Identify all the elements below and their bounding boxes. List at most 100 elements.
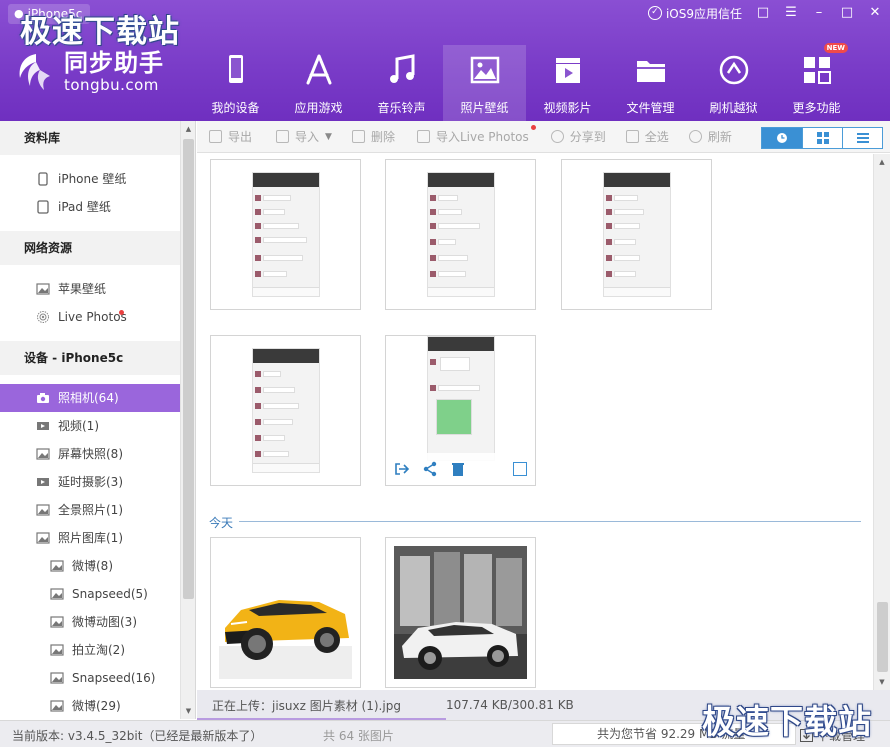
list-icon (856, 133, 869, 143)
import-button[interactable]: 导入 ▼ (276, 128, 332, 145)
phone-outline-icon (38, 172, 48, 186)
scroll-up-arrow-icon[interactable]: ▲ (181, 121, 195, 137)
content-scrollbar[interactable]: ▲ ▼ (873, 154, 890, 690)
export-button[interactable]: 导出 (209, 128, 252, 145)
camera-icon (37, 393, 49, 403)
trust-label: iOS9应用信任 (665, 6, 742, 21)
chat-screenshot (251, 348, 320, 473)
sidebar-item-label: 微博(29) (72, 699, 121, 713)
minimize-button[interactable]: – (812, 6, 826, 20)
tablet-outline-icon (37, 200, 49, 214)
sidebar-item-live-photos[interactable]: Live Photos (0, 303, 180, 331)
list-view-button[interactable] (842, 128, 882, 148)
menu-icon[interactable]: ☰ (784, 6, 798, 20)
nav-label: 刷机越狱 (709, 101, 758, 115)
sidebar-item-ipad-wallpaper[interactable]: iPad 壁纸 (0, 193, 180, 221)
sidebar-item-screenshots[interactable]: 屏幕快照(8) (0, 440, 180, 468)
upload-size-text: 107.74 KB/300.81 KB (445, 698, 574, 712)
image-icon (50, 616, 64, 628)
grid-more-icon (803, 57, 831, 84)
white-car-photo (394, 546, 527, 679)
sidebar-item-label: 苹果壁纸 (58, 282, 107, 296)
phone-icon (228, 55, 243, 83)
nav-my-device[interactable]: 我的设备 (194, 45, 277, 121)
sidebar-item-album-weibo-gif[interactable]: 微博动图(3) (0, 608, 180, 636)
ios9-trust-button[interactable]: ✓ iOS9应用信任 (647, 5, 742, 22)
photo-thumbnail[interactable] (210, 159, 361, 310)
delete-label: 删除 (370, 130, 395, 144)
photo-thumbnail[interactable] (210, 537, 361, 688)
photo-thumbnail[interactable] (385, 537, 536, 688)
view-switcher (761, 127, 883, 149)
sidebar-item-camera[interactable]: 照相机(64) (0, 384, 180, 412)
nav-music[interactable]: 音乐铃声 (360, 45, 443, 121)
brand-name: 同步助手 (64, 49, 164, 77)
nav-apps-games[interactable]: 应用游戏 (277, 45, 360, 121)
select-all-button[interactable]: 全选 (625, 128, 669, 145)
nav-label: 照片壁纸 (460, 101, 509, 115)
sidebar-item-label: 延时摄影(3) (58, 475, 123, 489)
sidebar-scrollbar[interactable]: ▲ ▼ (180, 121, 195, 719)
grid-view-button[interactable] (802, 128, 842, 148)
sidebar-item-album-pailitao[interactable]: 拍立淘(2) (0, 636, 180, 664)
maximize-button[interactable]: □ (840, 6, 854, 20)
import-icon (276, 130, 290, 143)
chat-screenshot (602, 172, 671, 297)
sidebar-item-album-snapseed-2[interactable]: Snapseed(16) (0, 664, 180, 692)
nav-videos[interactable]: 视频影片 (526, 45, 609, 121)
gift-icon[interactable]: □ (756, 6, 770, 20)
sidebar-item-photo-library[interactable]: 照片图库(1) (0, 524, 180, 552)
scroll-down-arrow-icon[interactable]: ▼ (874, 674, 890, 690)
photo-thumbnail-hovered[interactable] (385, 335, 536, 486)
sidebar-item-album-snapseed[interactable]: Snapseed(5) (0, 580, 180, 608)
sidebar-item-label: iPad 壁纸 (58, 200, 111, 214)
caret-down-icon[interactable]: ▼ (325, 132, 332, 142)
select-all-label: 全选 (644, 130, 669, 144)
scrollbar-thumb[interactable] (877, 602, 888, 672)
nav-label: 音乐铃声 (377, 101, 426, 115)
video-icon (37, 478, 49, 486)
scroll-down-arrow-icon[interactable]: ▼ (181, 703, 195, 719)
photo-thumbnail[interactable] (385, 159, 536, 310)
share-button[interactable]: 分享到 (550, 128, 606, 145)
sidebar-item-album-weibo-2[interactable]: 微博(29) (0, 692, 180, 719)
photo-count: 共 64 张图片 (323, 729, 394, 743)
refresh-label: 刷新 (707, 130, 732, 144)
photo-thumbnail[interactable] (561, 159, 712, 310)
trash-icon (351, 130, 365, 143)
image-icon (36, 448, 50, 460)
live-photo-icon (37, 311, 49, 323)
share-icon[interactable] (422, 461, 438, 477)
chat-screenshot (251, 172, 320, 297)
image-icon (36, 532, 50, 544)
refresh-button[interactable]: 刷新 (688, 128, 732, 145)
trust-icon: ✓ (647, 6, 662, 20)
sidebar-item-iphone-wallpaper[interactable]: iPhone 壁纸 (0, 165, 180, 193)
image-icon (50, 644, 64, 656)
nav-file-manager[interactable]: 文件管理 (609, 45, 692, 121)
scroll-up-arrow-icon[interactable]: ▲ (874, 154, 890, 170)
nav-label: 更多功能 (792, 101, 841, 115)
sidebar-item-video[interactable]: 视频(1) (0, 412, 180, 440)
sidebar-item-panorama[interactable]: 全景照片(1) (0, 496, 180, 524)
nav-photos-wallpaper[interactable]: 照片壁纸 (443, 45, 526, 121)
delete-button[interactable]: 删除 (351, 128, 395, 145)
nav-label: 视频影片 (543, 101, 592, 115)
nav-more-features[interactable]: NEW 更多功能 (775, 43, 858, 121)
sidebar-item-label: 全景照片(1) (58, 503, 123, 517)
scrollbar-thumb[interactable] (183, 139, 194, 599)
trash-icon[interactable] (450, 461, 466, 477)
select-checkbox[interactable] (513, 462, 527, 476)
close-button[interactable]: ✕ (868, 6, 882, 20)
export-icon[interactable] (394, 461, 410, 477)
import-live-photos-button[interactable]: 导入Live Photos (416, 125, 536, 145)
sidebar-item-apple-wallpaper[interactable]: 苹果壁纸 (0, 275, 180, 303)
section-device: 设备 - iPhone5c (0, 341, 180, 375)
sidebar-item-album-weibo[interactable]: 微博(8) (0, 552, 180, 580)
checkbox-icon (625, 130, 639, 143)
nav-jailbreak[interactable]: 刷机越狱 (692, 45, 775, 121)
sidebar-item-timelapse[interactable]: 延时摄影(3) (0, 468, 180, 496)
timeline-view-button[interactable] (762, 128, 802, 148)
photo-thumbnail[interactable] (210, 335, 361, 486)
version-text: 当前版本: v3.4.5_32bit（已经是最新版本了） (12, 729, 263, 743)
